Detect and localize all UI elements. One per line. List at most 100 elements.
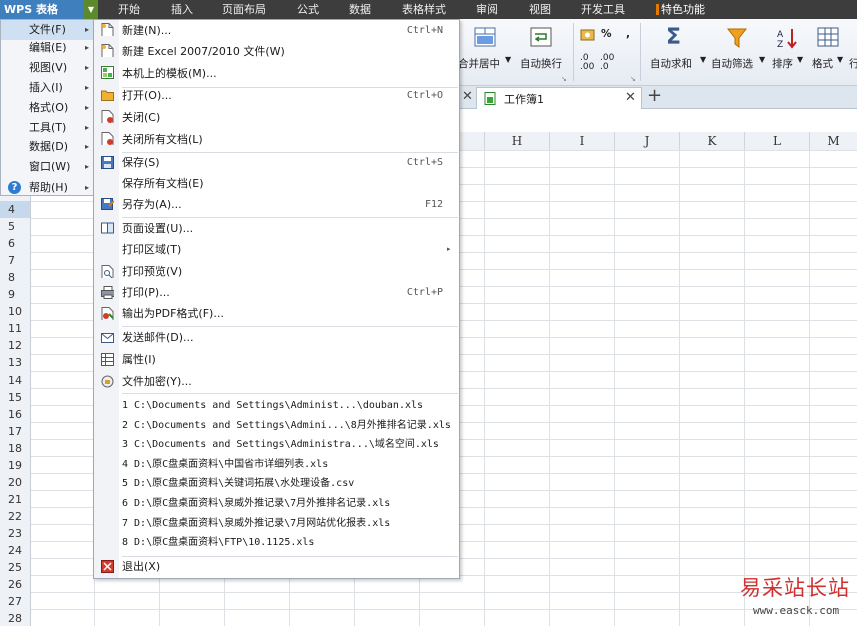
tab-table-style[interactable]: 表格样式 [402,0,446,19]
dialog-launcher-icon[interactable]: ↘ [630,75,636,83]
menu-item-help[interactable]: ? 帮助(H) ▸ [1,178,95,198]
recent-file-item[interactable]: 3 C:\Documents and Settings\Administra..… [122,435,439,454]
chevron-down-icon[interactable]: ▼ [84,0,98,19]
wps-logo-button[interactable]: WPS 表格 [0,0,84,19]
tab-formulas[interactable]: 公式 [297,0,319,19]
menu-item-format[interactable]: 格式(O) ▸ [1,98,95,118]
percent-button[interactable]: % [601,28,612,40]
auto-wrap-button[interactable]: 自动换行 [520,56,562,71]
chevron-down-icon[interactable]: ▼ [797,55,803,64]
menu-item-print-area[interactable]: 打印区域(T) [122,240,181,260]
comma-style-button[interactable]: , [626,28,630,40]
merge-center-button[interactable]: 合并居中 [458,56,500,71]
menu-item-save-as[interactable]: 另存为(A)... [122,195,182,215]
row-header[interactable]: 28 [0,610,30,627]
row-header[interactable]: 6 [0,235,30,252]
auto-sum-button[interactable]: 自动求和 [650,56,692,71]
row-header[interactable]: 5 [0,218,30,235]
tab-home[interactable]: 开始 [118,0,140,19]
row-header[interactable]: 23 [0,525,30,542]
dialog-launcher-icon[interactable]: ↘ [561,75,567,83]
tab-page-layout[interactable]: 页面布局 [222,0,266,19]
currency-icon[interactable] [580,28,596,42]
workbook-tab[interactable]: 工作簿1 ✕ [476,87,642,109]
sort-icon[interactable]: A Z [776,27,798,49]
recent-file-item[interactable]: 4 D:\原C盘桌面资料\中国省市详细列表.xls [122,455,328,474]
row-header[interactable]: 7 [0,252,30,269]
menu-item-encrypt[interactable]: 文件加密(Y)... [122,372,192,392]
menu-item-templates[interactable]: 本机上的模板(M)... [122,64,217,84]
row-header[interactable]: 22 [0,508,30,525]
menu-item-data[interactable]: 数据(D) ▸ [1,137,95,157]
row-header[interactable]: 26 [0,576,30,593]
recent-file-item[interactable]: 1 C:\Documents and Settings\Administ...\… [122,396,423,415]
recent-file-item[interactable]: 5 D:\原C盘桌面资料\关键词拓展\水处理设备.csv [122,474,354,493]
row-header[interactable]: 4 [0,201,30,218]
decrease-decimal-button[interactable]: .00.0 [600,54,614,72]
tab-view[interactable]: 视图 [529,0,551,19]
row-header[interactable]: 8 [0,269,30,286]
menu-item-file[interactable]: 文件(F) ▸ [1,20,95,40]
column-header-h[interactable]: H [484,132,549,150]
menu-item-print[interactable]: 打印(P)... [122,283,170,303]
row-header[interactable]: 18 [0,440,30,457]
menu-item-tools[interactable]: 工具(T) ▸ [1,118,95,138]
row-header[interactable]: 11 [0,320,30,337]
row-header[interactable]: 19 [0,457,30,474]
increase-decimal-button[interactable]: .0.00 [580,54,594,72]
wrap-text-icon[interactable] [530,27,552,47]
menu-item-print-preview[interactable]: 打印预览(V) [122,262,182,282]
close-icon[interactable]: ✕ [625,90,636,105]
recent-file-item[interactable]: 2 C:\Documents and Settings\Admini...\8月… [122,416,451,435]
sigma-icon[interactable]: Σ [666,25,681,50]
add-tab-button[interactable]: + [647,85,662,106]
menu-item-properties[interactable]: 属性(I) [122,350,156,370]
menu-item-export-pdf[interactable]: 输出为PDF格式(F)... [122,304,224,324]
menu-item-save[interactable]: 保存(S) [122,153,160,173]
tab-data[interactable]: 数据 [349,0,371,19]
tab-insert[interactable]: 插入 [171,0,193,19]
row-header[interactable]: 10 [0,303,30,320]
row-header[interactable]: 20 [0,474,30,491]
auto-filter-button[interactable]: 自动筛选 [711,56,753,71]
menu-item-new[interactable]: 新建(N)... [122,21,171,41]
row-header[interactable]: 17 [0,423,30,440]
tab-review[interactable]: 审阅 [476,0,498,19]
column-header-m[interactable]: M [809,132,857,150]
menu-item-open[interactable]: 打开(O)... [122,86,172,106]
chevron-down-icon[interactable]: ▼ [759,55,765,64]
recent-file-item[interactable]: 8 D:\原C盘桌面资料\FTP\10.1125.xls [122,533,314,552]
column-header-k[interactable]: K [679,132,744,150]
filter-icon[interactable] [726,27,748,49]
recent-file-item[interactable]: 6 D:\原C盘桌面资料\泉威外推记录\7月外推排名记录.xls [122,494,390,513]
menu-item-close[interactable]: 关闭(C) [122,108,160,128]
tab-developer[interactable]: 开发工具 [581,0,625,19]
chevron-down-icon[interactable]: ▼ [505,55,511,64]
column-header-i[interactable]: I [549,132,614,150]
menu-item-window[interactable]: 窗口(W) ▸ [1,157,95,177]
menu-item-send-mail[interactable]: 发送邮件(D)... [122,328,194,348]
menu-item-close-all[interactable]: 关闭所有文档(L) [122,130,203,150]
menu-item-edit[interactable]: 编辑(E) ▸ [1,38,95,58]
tab-special-features[interactable]: 特色功能 [661,0,705,19]
column-header-j[interactable]: J [614,132,679,150]
chevron-down-icon[interactable]: ▼ [700,55,706,64]
menu-item-view[interactable]: 视图(V) ▸ [1,58,95,78]
menu-item-insert[interactable]: 插入(I) ▸ [1,78,95,98]
row-header[interactable]: 15 [0,389,30,406]
menu-item-new-excel[interactable]: 新建 Excel 2007/2010 文件(W) [122,42,285,62]
recent-file-item[interactable]: 7 D:\原C盘桌面资料\泉威外推记录\7月网站优化报表.xls [122,514,390,533]
menu-item-save-all[interactable]: 保存所有文档(E) [122,174,204,194]
close-icon[interactable]: ✕ [462,89,473,104]
column-header-l[interactable]: L [744,132,809,150]
format-button[interactable]: 格式 [812,56,833,71]
format-cells-icon[interactable] [817,27,839,47]
row-header[interactable]: 13 [0,354,30,371]
menu-item-page-setup[interactable]: 页面设置(U)... [122,219,193,239]
sort-button[interactable]: 排序 [772,56,793,71]
row-header[interactable]: 9 [0,286,30,303]
merge-center-icon[interactable] [474,27,496,47]
chevron-down-icon[interactable]: ▼ [837,55,843,64]
row-button[interactable]: 行 [849,56,857,71]
row-header[interactable]: 24 [0,542,30,559]
